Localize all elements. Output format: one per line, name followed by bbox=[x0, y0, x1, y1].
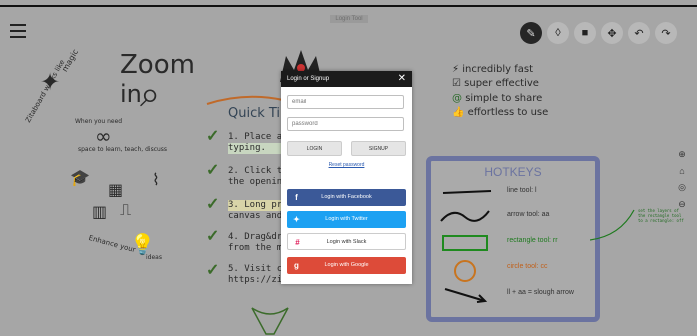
target-icon[interactable]: ◎ bbox=[676, 181, 688, 193]
signup-button[interactable]: SIGNUP bbox=[351, 141, 406, 156]
hotkey-arrow: arrow tool: aa bbox=[435, 207, 591, 227]
feature-effective: ☑ super effective bbox=[452, 78, 539, 89]
tip-2: 2. Click t the openin bbox=[228, 166, 283, 187]
redo-icon[interactable]: ↷ bbox=[655, 22, 677, 44]
undo-icon[interactable]: ↶ bbox=[628, 22, 650, 44]
top-divider bbox=[0, 5, 697, 7]
check-icon: ✓ bbox=[206, 196, 220, 213]
google-icon: g bbox=[294, 261, 299, 270]
check-icon: ✓ bbox=[206, 262, 220, 279]
wave-sample bbox=[440, 210, 490, 222]
side-note: set the layers of the rectangle tool to … bbox=[638, 208, 684, 223]
tip-1: 1. Place a typing. bbox=[228, 132, 283, 154]
shape-icon[interactable]: ■ bbox=[574, 22, 596, 44]
tip-5: 5. Visit c https://zi bbox=[228, 264, 283, 285]
dna-icon: ⌇ bbox=[152, 170, 160, 189]
funnel-drawing bbox=[251, 307, 289, 335]
hotkey-circle: circle tool: cc bbox=[435, 259, 591, 282]
slack-login-button[interactable]: # Login with Slack bbox=[287, 233, 406, 250]
move-icon[interactable]: ✥ bbox=[601, 22, 623, 44]
twitter-icon: ✦ bbox=[293, 215, 300, 224]
check-icon: ✓ bbox=[206, 228, 220, 245]
arrow-sample bbox=[444, 288, 488, 303]
robot-icon: ⎍ bbox=[120, 200, 132, 219]
login-button[interactable]: LOGIN bbox=[287, 141, 342, 156]
modal-header: Login or Signup ✕ bbox=[281, 71, 412, 87]
grad-cap-icon: 🎓 bbox=[70, 168, 90, 187]
zoom-in-text: in bbox=[120, 80, 142, 108]
feature-fast: ⚡ incredibly fast bbox=[452, 64, 534, 75]
tips-underline bbox=[206, 95, 284, 105]
lightbulb-icon: 💡 bbox=[130, 232, 155, 256]
hotkey-line: line tool: l bbox=[435, 183, 591, 203]
slack-icon: # bbox=[295, 238, 300, 247]
magnifier-icon: ⌕ bbox=[140, 74, 161, 115]
pen-icon[interactable]: ✎ bbox=[520, 22, 542, 44]
tip-3: 3. Long pr canvas and bbox=[228, 200, 283, 221]
space-text: space to learn, teach, discuss bbox=[78, 146, 168, 153]
chart-icon: ▥ bbox=[92, 202, 108, 221]
ideas-text: ideas bbox=[146, 254, 162, 261]
calculator-icon: ▦ bbox=[108, 180, 124, 199]
twitter-login-button[interactable]: ✦ Login with Twitter bbox=[287, 211, 406, 228]
infinity-icon: ∞ bbox=[95, 124, 112, 148]
login-modal: Login or Signup ✕ LOGIN SIGNUP Reset pas… bbox=[281, 71, 412, 284]
whiteboard-canvas[interactable]: Login Tool ✎ ◊ ■ ✥ ↶ ↷ ✦ magic Zoom in ⌕… bbox=[0, 0, 697, 336]
hotkey-rectangle: rectangle tool: rr bbox=[435, 233, 591, 253]
facebook-login-button[interactable]: f Login with Facebook bbox=[287, 189, 406, 206]
eraser-icon[interactable]: ◊ bbox=[547, 22, 569, 44]
password-field[interactable] bbox=[287, 117, 404, 131]
zoom-in-icon[interactable]: ⊕ bbox=[676, 148, 688, 160]
circle-sample bbox=[454, 260, 476, 282]
hotkeys-title: HOTKEYS bbox=[484, 165, 542, 179]
zoom-out-icon[interactable]: ⊖ bbox=[676, 198, 688, 210]
check-icon: ✓ bbox=[206, 162, 220, 179]
top-tag: Login Tool bbox=[330, 15, 368, 23]
feature-share: @ simple to share bbox=[452, 93, 543, 104]
feature-effortless: 👍 effortless to use bbox=[452, 107, 549, 118]
close-icon[interactable]: ✕ bbox=[398, 71, 406, 87]
tip-4: 4. Drag&dr from the m bbox=[228, 232, 283, 253]
check-icon: ✓ bbox=[206, 128, 220, 145]
rect-sample bbox=[442, 235, 488, 251]
line-sample bbox=[442, 190, 492, 194]
hotkey-slough: ll + aa = slough arrow bbox=[435, 285, 591, 305]
email-field[interactable] bbox=[287, 95, 404, 109]
home-icon[interactable]: ⌂ bbox=[676, 165, 688, 177]
facebook-icon: f bbox=[295, 193, 298, 202]
google-login-button[interactable]: g Login with Google bbox=[287, 257, 406, 274]
modal-title: Login or Signup bbox=[287, 76, 330, 82]
menu-icon[interactable] bbox=[10, 24, 26, 38]
connector-arrow bbox=[590, 209, 635, 241]
hotkeys-panel: HOTKEYS line tool: l arrow tool: aa rect… bbox=[426, 156, 600, 322]
reset-password-link[interactable]: Reset password bbox=[281, 162, 412, 168]
